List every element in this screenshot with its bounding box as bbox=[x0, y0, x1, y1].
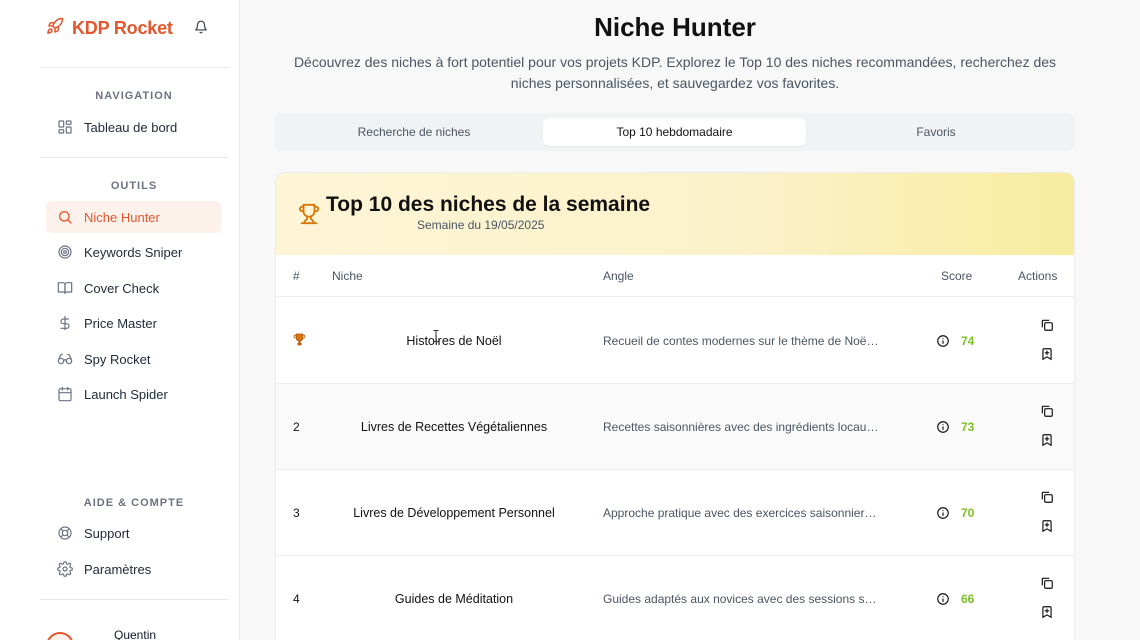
trophy-icon bbox=[293, 333, 306, 349]
sidebar: KDP Rocket NAVIGATION Tableau de bord OU… bbox=[0, 0, 240, 640]
brand-name: KDP Rocket bbox=[72, 18, 173, 38]
niche-name: Histoires de Noël bbox=[406, 334, 502, 348]
section-title-help: AIDE & COMPTE bbox=[83, 497, 185, 509]
sidebar-item-dashboard[interactable]: Tableau de bord bbox=[46, 111, 221, 143]
divider bbox=[40, 599, 228, 600]
sidebar-item-label: Support bbox=[84, 525, 130, 541]
sidebar-item-launch-spider[interactable]: Launch Spider bbox=[46, 378, 221, 410]
bookmark-add-icon[interactable] bbox=[1040, 433, 1056, 449]
trophy-icon bbox=[298, 203, 320, 230]
divider bbox=[40, 67, 228, 68]
score-value: 66 bbox=[961, 592, 975, 606]
target-icon bbox=[56, 243, 74, 261]
niche-angle: Guides adaptés aux novices avec des sess… bbox=[603, 592, 877, 606]
bookmark-add-icon[interactable] bbox=[1040, 605, 1056, 621]
sidebar-item-label: Price Master bbox=[84, 315, 157, 331]
sidebar-item-label: Spy Rocket bbox=[84, 351, 151, 367]
table-row[interactable]: 3 Livres de Développement Personnel Appr… bbox=[276, 470, 1074, 556]
lifebuoy-icon bbox=[56, 524, 74, 542]
niche-name: Livres de Recettes Végétaliennes bbox=[360, 420, 548, 434]
niche-name: Livres de Développement Personnel bbox=[353, 506, 555, 520]
user-name: Quentin bbox=[114, 628, 157, 640]
section-title-tools: OUTILS bbox=[110, 180, 158, 192]
glasses-icon bbox=[56, 350, 74, 368]
divider bbox=[40, 157, 228, 158]
user-profile[interactable]: Quentin bbox=[46, 626, 156, 640]
page-description: Découvrez des niches à fort potentiel po… bbox=[293, 54, 1057, 91]
table-header: # Niche Angle Score Actions bbox=[276, 255, 1074, 297]
sidebar-item-label: Cover Check bbox=[84, 280, 160, 296]
score-value: 70 bbox=[961, 506, 975, 520]
table-row[interactable]: 2 Livres de Recettes Végétaliennes Recet… bbox=[276, 384, 1074, 470]
bookmark-add-icon[interactable] bbox=[1040, 519, 1056, 535]
card-title: Top 10 des niches de la semaine bbox=[326, 193, 651, 216]
rocket-icon bbox=[46, 17, 64, 40]
rank-number: 2 bbox=[293, 420, 300, 434]
rank-number: 3 bbox=[293, 506, 300, 520]
tab-bar: Recherche de niches Top 10 hebdomadaire … bbox=[275, 113, 1075, 151]
section-title-navigation: NAVIGATION bbox=[95, 90, 173, 102]
niche-name: Guides de Méditation bbox=[394, 592, 514, 606]
column-rank: # bbox=[293, 269, 300, 283]
column-actions: Actions bbox=[1018, 269, 1058, 283]
bell-icon[interactable] bbox=[194, 20, 208, 39]
sidebar-item-spy-rocket[interactable]: Spy Rocket bbox=[46, 343, 221, 375]
dashboard-icon bbox=[56, 118, 74, 136]
niche-angle: Recettes saisonnières avec des ingrédien… bbox=[603, 420, 879, 434]
tab-favorites[interactable]: Favoris bbox=[805, 118, 1067, 146]
table-row[interactable]: 4 Guides de Méditation Guides adaptés au… bbox=[276, 556, 1074, 640]
sidebar-item-settings[interactable]: Paramètres bbox=[46, 553, 221, 585]
info-icon[interactable] bbox=[936, 506, 950, 523]
info-icon[interactable] bbox=[936, 592, 950, 609]
card-header: Top 10 des niches de la semaine Semaine … bbox=[276, 173, 1074, 255]
page-title: Niche Hunter bbox=[594, 12, 756, 42]
avatar bbox=[46, 632, 74, 640]
calendar-icon bbox=[56, 385, 74, 403]
sidebar-item-keywords-sniper[interactable]: Keywords Sniper bbox=[46, 236, 221, 268]
top10-card: Top 10 des niches de la semaine Semaine … bbox=[275, 172, 1075, 640]
score-value: 73 bbox=[961, 420, 975, 434]
copy-icon[interactable] bbox=[1040, 490, 1056, 506]
search-icon bbox=[56, 208, 74, 226]
niche-angle: Recueil de contes modernes sur le thème … bbox=[603, 334, 879, 348]
column-score: Score bbox=[941, 269, 973, 283]
tab-niche-search[interactable]: Recherche de niches bbox=[283, 118, 545, 146]
sidebar-item-price-master[interactable]: Price Master bbox=[46, 307, 221, 339]
rank-number: 4 bbox=[293, 592, 300, 606]
sidebar-item-cover-check[interactable]: Cover Check bbox=[46, 272, 221, 304]
info-icon[interactable] bbox=[936, 334, 950, 351]
gear-icon bbox=[56, 560, 74, 578]
card-subtitle: Semaine du 19/05/2025 bbox=[417, 218, 545, 232]
sidebar-item-label: Tableau de bord bbox=[84, 119, 178, 135]
brand-logo[interactable]: KDP Rocket bbox=[46, 17, 173, 40]
info-icon[interactable] bbox=[936, 420, 950, 437]
dollar-icon bbox=[56, 314, 74, 332]
copy-icon[interactable] bbox=[1040, 404, 1056, 420]
column-niche: Niche bbox=[332, 269, 363, 283]
sidebar-item-niche-hunter[interactable]: Niche Hunter bbox=[46, 201, 221, 233]
score-value: 74 bbox=[961, 334, 975, 348]
sidebar-item-label: Launch Spider bbox=[84, 386, 168, 402]
text-cursor-icon bbox=[433, 330, 439, 345]
table-row[interactable]: Histoires de Noël Recueil de contes mode… bbox=[276, 298, 1074, 384]
sidebar-item-support[interactable]: Support bbox=[46, 517, 221, 549]
sidebar-item-label: Keywords Sniper bbox=[84, 244, 183, 260]
column-angle: Angle bbox=[603, 269, 634, 283]
book-open-icon bbox=[56, 279, 74, 297]
sidebar-item-label: Paramètres bbox=[84, 561, 152, 577]
tab-weekly-top10[interactable]: Top 10 hebdomadaire bbox=[543, 118, 806, 146]
sidebar-item-label: Niche Hunter bbox=[84, 209, 160, 225]
copy-icon[interactable] bbox=[1040, 318, 1056, 334]
copy-icon[interactable] bbox=[1040, 576, 1056, 592]
bookmark-add-icon[interactable] bbox=[1040, 347, 1056, 363]
niche-angle: Approche pratique avec des exercices sai… bbox=[603, 506, 877, 520]
